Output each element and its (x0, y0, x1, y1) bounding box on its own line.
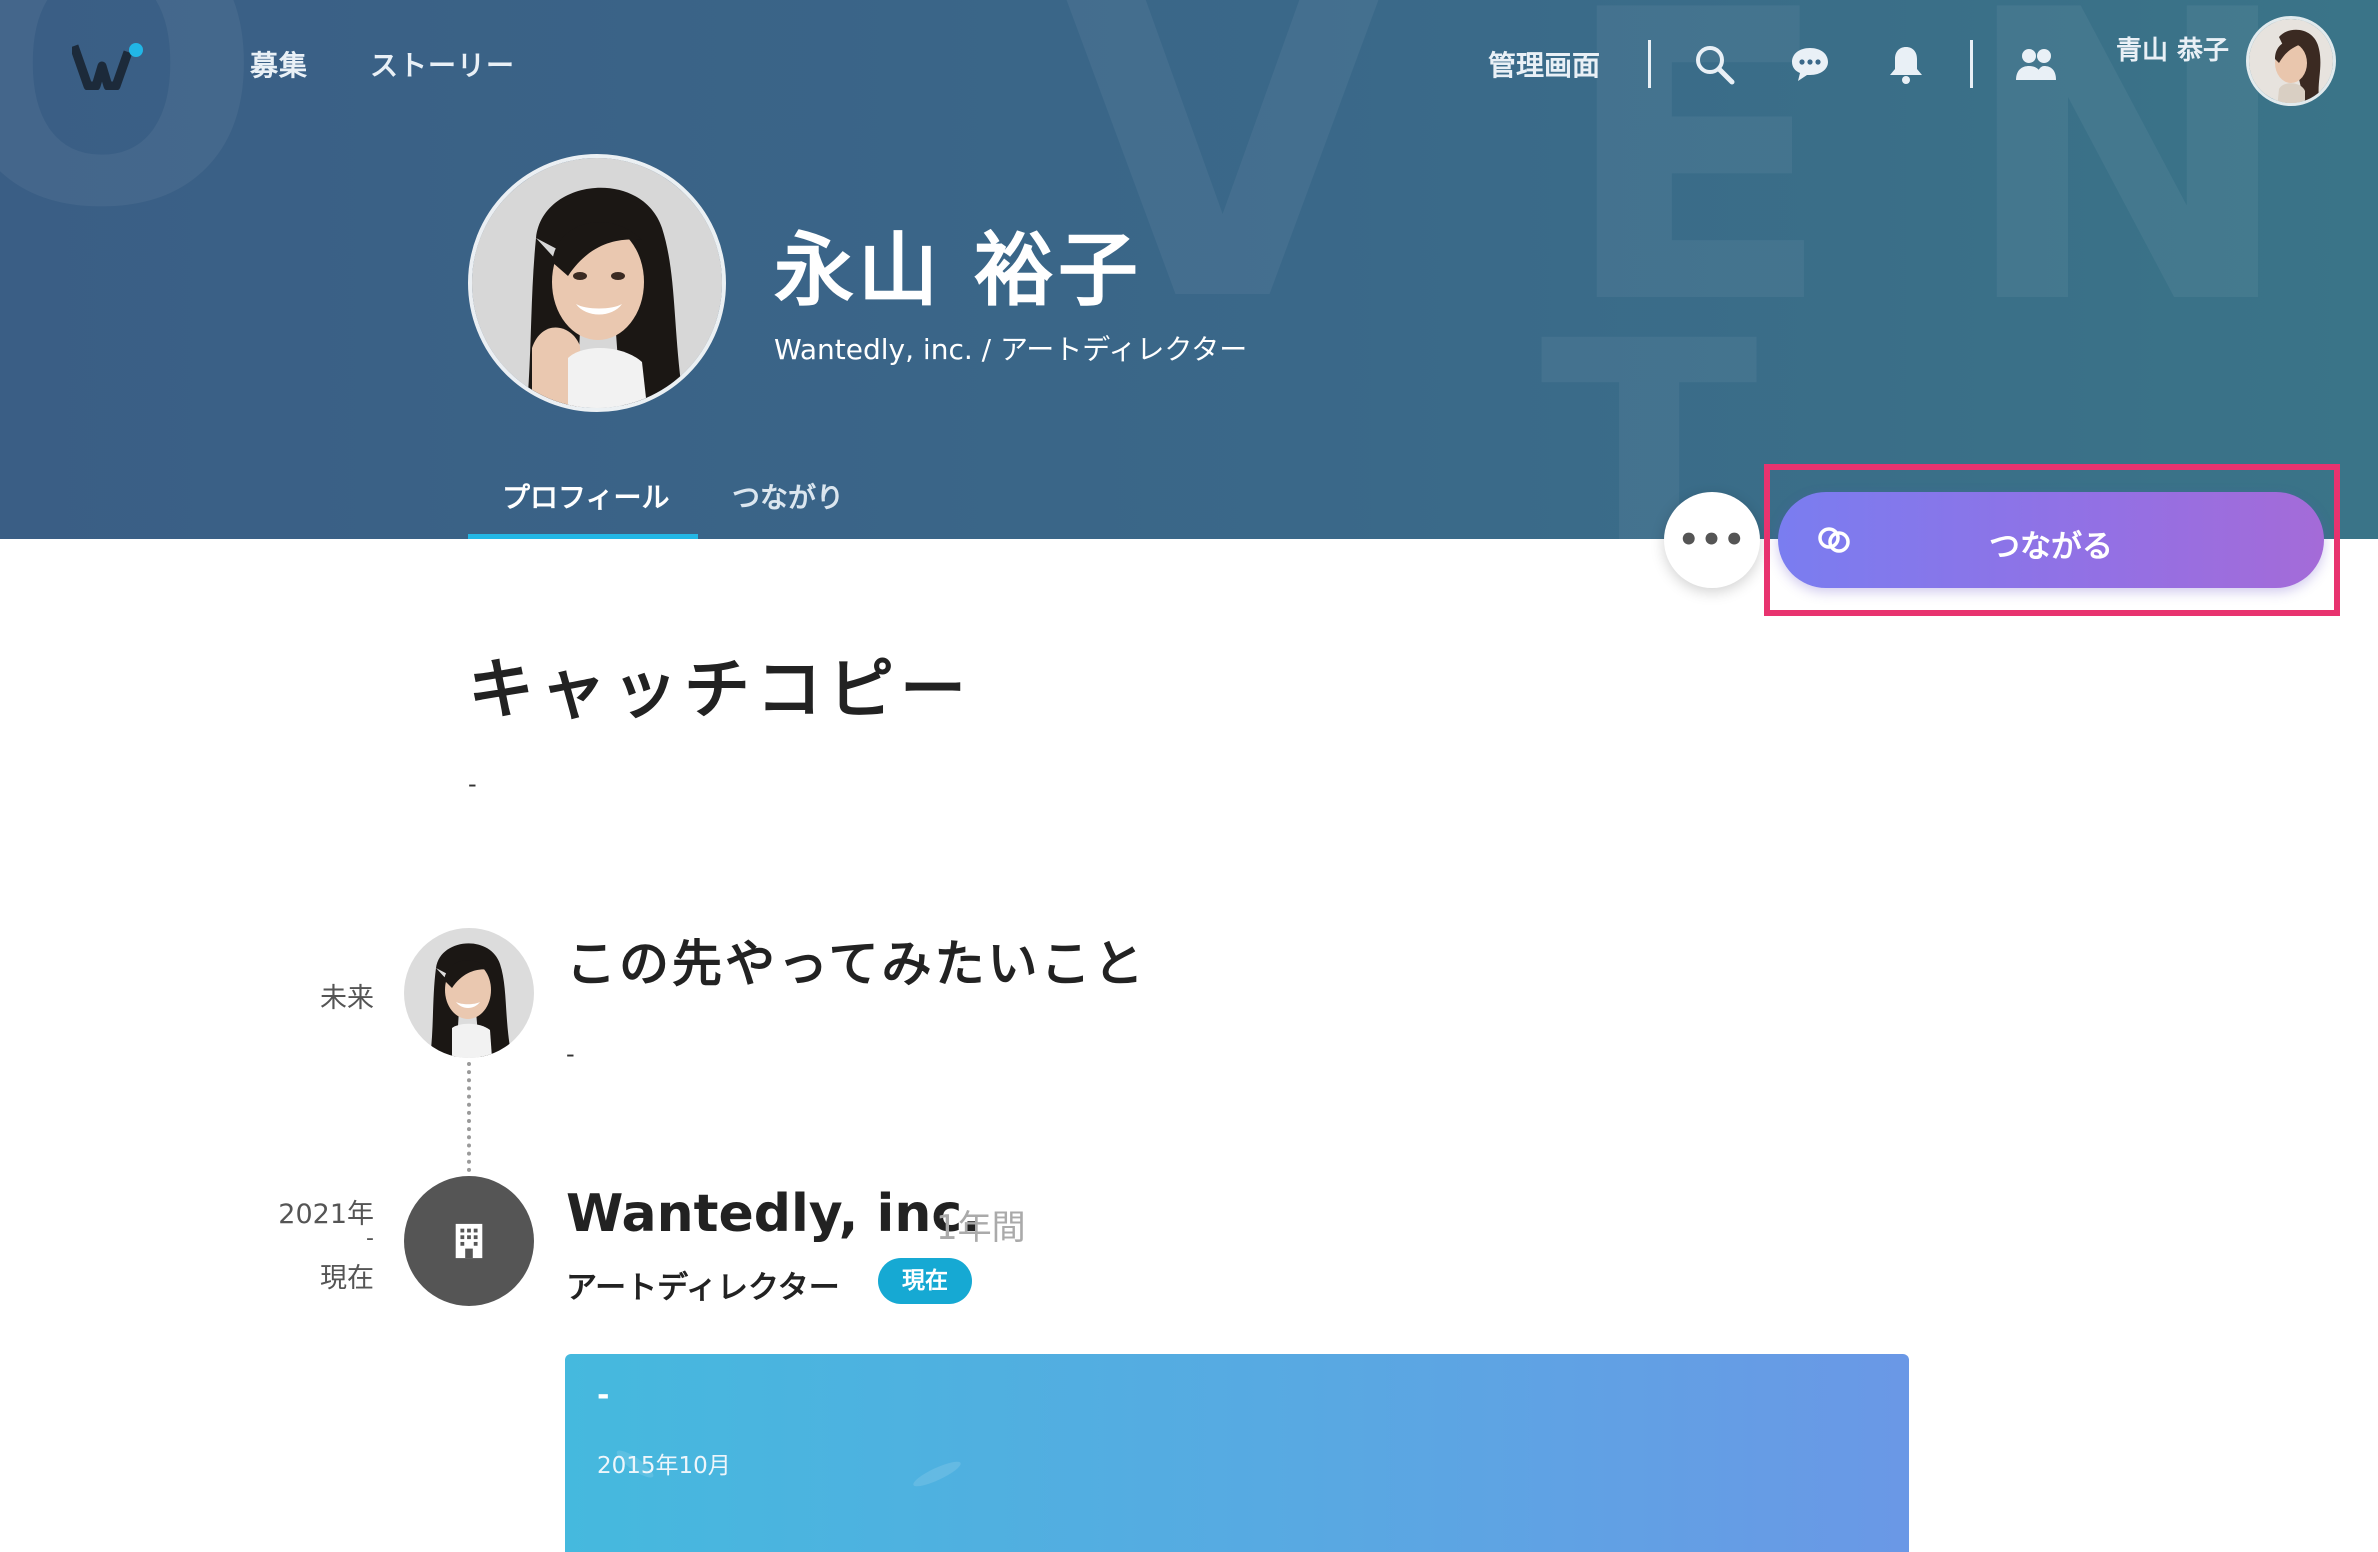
connect-button[interactable]: つながる (1778, 492, 2324, 588)
connect-button-label: つながる (1989, 529, 2113, 565)
story-card[interactable]: - 2015年10月 (565, 1354, 1909, 1552)
tab-connections[interactable]: つながり (732, 476, 844, 516)
active-tab-indicator (468, 534, 698, 539)
future-heading: この先やってみたいこと (566, 935, 1147, 993)
company-building-icon (404, 1176, 534, 1306)
timeline-avatar (404, 928, 534, 1058)
tab-profile[interactable]: プロフィール (502, 476, 669, 516)
card-decoration (616, 1450, 961, 1487)
divider (1648, 40, 1651, 88)
wantedly-logo[interactable] (69, 40, 148, 91)
nav-recruit-link[interactable]: 募集 (250, 44, 308, 84)
divider (1970, 40, 1973, 88)
current-user-name[interactable]: 青山 恭子 (2116, 30, 2229, 67)
admin-link[interactable]: 管理画面 (1488, 44, 1600, 84)
timeline-connector (467, 1062, 471, 1172)
timeline-label-sep: - (366, 1226, 374, 1251)
bell-icon[interactable] (1880, 38, 1932, 90)
employment-duration: 1年間 (936, 1208, 1026, 1248)
timeline-label-end: 現在 (320, 1263, 374, 1294)
nav-story-link[interactable]: ストーリー (370, 44, 515, 84)
current-user-avatar[interactable] (2246, 16, 2336, 106)
background-pattern: O (0, 0, 264, 291)
chat-icon[interactable] (1784, 38, 1836, 90)
timeline-label-future: 未来 (320, 983, 374, 1014)
current-badge: 現在 (878, 1258, 972, 1304)
story-card-date: 2015年10月 (597, 1453, 731, 1479)
profile-name: 永山 裕子 (774, 224, 1142, 317)
catchcopy-heading: キャッチコピー (468, 651, 972, 728)
profile-avatar (468, 154, 726, 412)
people-icon[interactable] (2010, 38, 2062, 90)
profile-subtitle: Wantedly, inc. / アートディレクター (774, 333, 1248, 366)
company-name[interactable]: Wantedly, inc. (566, 1184, 982, 1244)
profile-header: O V E N T 募集 ストーリー 管理画面 青山 恭子 永山 裕子 Want… (0, 0, 2378, 539)
future-text: - (566, 1040, 575, 1068)
job-title: アートディレクター (566, 1270, 840, 1306)
catchcopy-text: - (468, 770, 477, 798)
more-options-button[interactable]: ••• (1664, 492, 1760, 588)
search-icon[interactable] (1688, 38, 1740, 90)
story-card-title: - (597, 1378, 610, 1413)
